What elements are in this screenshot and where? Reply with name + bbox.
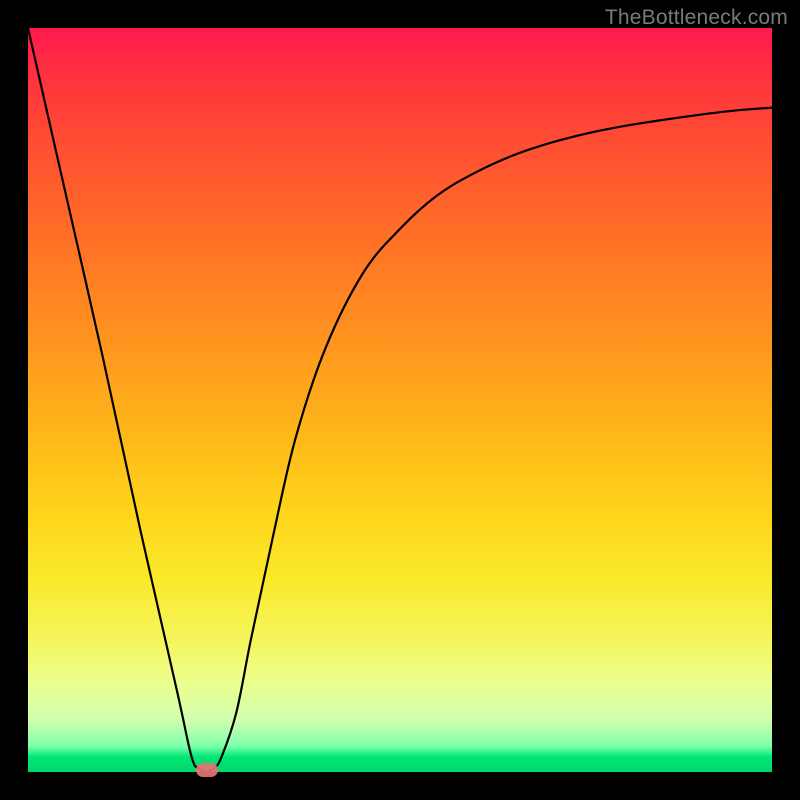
optimal-marker — [196, 763, 218, 777]
watermark-text: TheBottleneck.com — [605, 6, 788, 30]
plot-area — [28, 28, 772, 772]
chart-frame — [28, 28, 772, 772]
